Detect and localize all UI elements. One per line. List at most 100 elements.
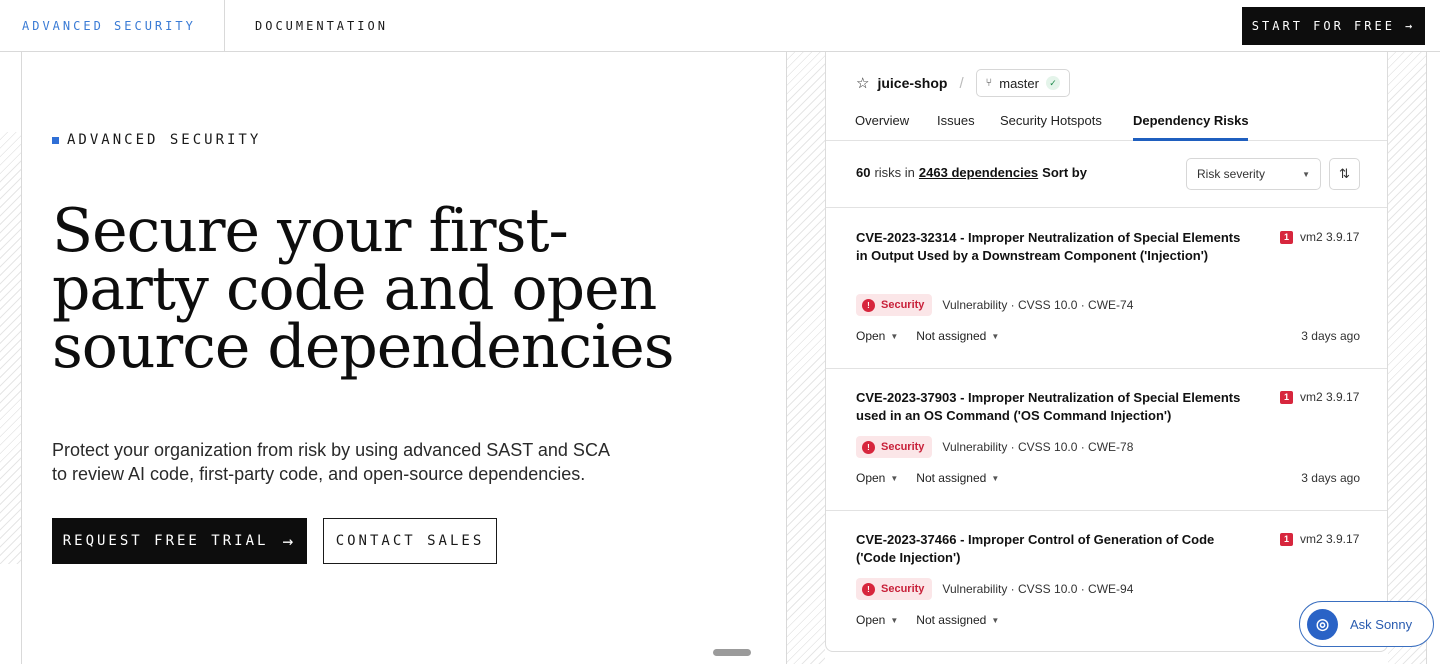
- package-version: vm2 3.9.17: [1300, 532, 1360, 546]
- request-free-trial-button[interactable]: REQUEST FREE TRIAL →: [52, 518, 307, 564]
- nav-divider: [224, 0, 225, 52]
- panel-tabs: Overview Issues Security Hotspots Depend…: [826, 99, 1387, 141]
- ask-sonny-label: Ask Sonny: [1350, 616, 1413, 632]
- middle-rail: [786, 52, 787, 664]
- start-for-free-label: START FOR FREE: [1251, 19, 1395, 33]
- assignee-dropdown[interactable]: Not assigned ▼: [916, 613, 999, 627]
- issue-meta: Vulnerability · CVSS 10.0 · CWE-94: [942, 582, 1134, 596]
- chevron-down-icon: ▼: [1302, 169, 1310, 179]
- active-tab-indicator: [1133, 138, 1248, 141]
- affected-package: 1 vm2 3.9.17: [1280, 390, 1359, 404]
- risks-in-label: risks in: [874, 165, 915, 180]
- hero-eyebrow: ADVANCED SECURITY: [52, 132, 261, 148]
- security-tag: ! Security: [856, 294, 933, 316]
- security-tag-label: Security: [881, 583, 925, 595]
- issue-tags: ! Security Vulnerability · CVSS 10.0 · C…: [856, 436, 1133, 458]
- contact-sales-button[interactable]: CONTACT SALES: [323, 518, 497, 564]
- repo-separator: /: [959, 74, 964, 92]
- risk-count: 60: [856, 165, 871, 180]
- arrow-right-icon: →: [1404, 19, 1416, 33]
- issue-row[interactable]: CVE-2023-37903 - Improper Neutralization…: [826, 368, 1387, 510]
- status-label: Open: [856, 471, 886, 485]
- nav-advanced-security-link[interactable]: ADVANCED SECURITY: [22, 0, 196, 51]
- star-icon[interactable]: ☆: [856, 74, 869, 92]
- start-for-free-button[interactable]: START FOR FREE →: [1242, 7, 1425, 45]
- request-free-trial-label: REQUEST FREE TRIAL: [62, 533, 269, 549]
- sort-by-label: Sort by: [1042, 165, 1087, 180]
- tab-dependency-risks[interactable]: Dependency Risks: [1133, 99, 1249, 141]
- left-rail: [21, 52, 22, 664]
- status-dropdown[interactable]: Open ▼: [856, 471, 898, 485]
- repo-name[interactable]: juice-shop: [877, 75, 947, 91]
- issue-tags: ! Security Vulnerability · CVSS 10.0 · C…: [856, 578, 1133, 600]
- repo-header: ☆ juice-shop / ⑂ master ✓: [856, 69, 1070, 97]
- issue-timestamp: 3 days ago: [1301, 329, 1360, 343]
- affected-package: 1 vm2 3.9.17: [1280, 532, 1359, 546]
- issue-title[interactable]: CVE-2023-37903 - Improper Neutralization…: [856, 389, 1246, 425]
- tab-security-hotspots[interactable]: Security Hotspots: [1000, 99, 1102, 141]
- issue-timestamp: 3 days ago: [1301, 471, 1360, 485]
- security-tag-label: Security: [881, 299, 925, 311]
- dependencies-link[interactable]: 2463 dependencies: [919, 165, 1038, 180]
- issue-title[interactable]: CVE-2023-37466 - Improper Control of Gen…: [856, 531, 1246, 567]
- hero-eyebrow-label: ADVANCED SECURITY: [67, 132, 262, 148]
- right-rail: [1426, 52, 1427, 664]
- chevron-down-icon: ▼: [991, 331, 1000, 341]
- arrow-right-icon: →: [282, 530, 297, 552]
- sort-order-button[interactable]: ⇅: [1329, 158, 1360, 190]
- chevron-down-icon: ▼: [890, 473, 899, 483]
- status-label: Open: [856, 613, 886, 627]
- left-hatch-pattern: [0, 132, 21, 564]
- dependency-risks-panel: ☆ juice-shop / ⑂ master ✓ Overview Issue…: [825, 40, 1388, 652]
- tab-overview[interactable]: Overview: [855, 99, 909, 141]
- issue-status-row: Open ▼ Not assigned ▼: [856, 471, 999, 485]
- chevron-down-icon: ▼: [991, 615, 1000, 625]
- issue-title[interactable]: CVE-2023-32314 - Improper Neutralization…: [856, 229, 1246, 265]
- assistant-logo-icon: ◎: [1307, 608, 1338, 640]
- status-dropdown[interactable]: Open ▼: [856, 613, 898, 627]
- check-icon: ✓: [1045, 76, 1060, 90]
- middle-hatch-pattern: [787, 52, 825, 664]
- security-tag-label: Security: [881, 441, 925, 453]
- issue-row[interactable]: CVE-2023-32314 - Improper Neutralization…: [826, 207, 1387, 368]
- hero-headline: Secure your first-party code and open so…: [52, 196, 675, 382]
- sort-icon: ⇅: [1339, 166, 1350, 181]
- security-tag: ! Security: [856, 436, 933, 458]
- security-alert-icon: !: [862, 582, 875, 596]
- nav-documentation-link[interactable]: DOCUMENTATION: [255, 0, 388, 51]
- tab-issues[interactable]: Issues: [937, 99, 975, 141]
- square-bullet-icon: [52, 136, 59, 144]
- assignee-dropdown[interactable]: Not assigned ▼: [916, 329, 999, 343]
- issue-meta: Vulnerability · CVSS 10.0 · CWE-78: [942, 440, 1134, 454]
- ask-sonny-button[interactable]: ◎ Ask Sonny: [1299, 601, 1434, 647]
- scroll-handle[interactable]: [713, 649, 751, 656]
- package-version: vm2 3.9.17: [1300, 390, 1360, 404]
- status-label: Open: [856, 329, 886, 343]
- chevron-down-icon: ▼: [991, 473, 1000, 483]
- sort-select[interactable]: Risk severity ▼: [1186, 158, 1321, 190]
- chevron-down-icon: ▼: [890, 331, 899, 341]
- branch-name: master: [999, 75, 1039, 91]
- severity-badge: 1: [1280, 230, 1293, 244]
- top-navigation: ADVANCED SECURITY DOCUMENTATION START FO…: [0, 0, 1440, 52]
- sort-select-value: Risk severity: [1197, 167, 1266, 181]
- issue-meta: Vulnerability · CVSS 10.0 · CWE-74: [942, 298, 1134, 312]
- security-alert-icon: !: [862, 440, 875, 454]
- right-hatch-pattern: [1388, 52, 1426, 664]
- risk-summary: 60 risks in 2463 dependencies Sort by: [856, 165, 1087, 180]
- assignee-label: Not assigned: [916, 613, 987, 627]
- hero-subtext: Protect your organization from risk by u…: [52, 440, 609, 484]
- assignee-label: Not assigned: [916, 471, 987, 485]
- assignee-label: Not assigned: [916, 329, 987, 343]
- issue-tags: ! Security Vulnerability · CVSS 10.0 · C…: [856, 294, 1133, 316]
- branch-selector[interactable]: ⑂ master ✓: [975, 69, 1070, 97]
- chevron-down-icon: ▼: [890, 615, 899, 625]
- severity-badge: 1: [1280, 532, 1293, 546]
- assignee-dropdown[interactable]: Not assigned ▼: [916, 471, 999, 485]
- git-branch-icon: ⑂: [985, 77, 993, 89]
- affected-package: 1 vm2 3.9.17: [1280, 230, 1359, 244]
- security-alert-icon: !: [862, 298, 875, 312]
- security-tag: ! Security: [856, 578, 933, 600]
- severity-badge: 1: [1280, 390, 1293, 404]
- status-dropdown[interactable]: Open ▼: [856, 329, 898, 343]
